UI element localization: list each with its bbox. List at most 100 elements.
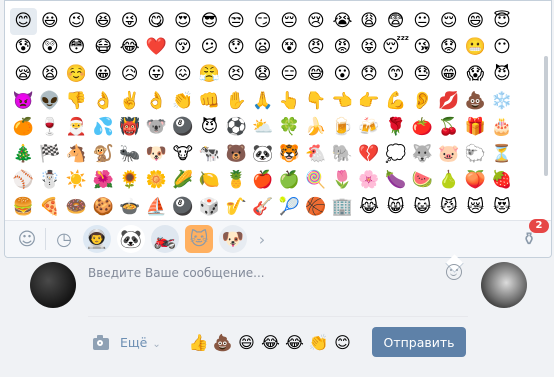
emoji-cell[interactable]: 🍎 (249, 168, 276, 195)
emoji-cell[interactable]: 😛 (143, 61, 170, 88)
emoji-cell[interactable]: 🍒 (436, 114, 463, 141)
emoji-panel-scrollbar[interactable] (544, 56, 548, 176)
emoji-cell[interactable]: 🍊 (10, 114, 37, 141)
message-input[interactable]: Введите Ваше сообщение... (88, 263, 468, 283)
emoji-cell[interactable]: 🐻 (223, 141, 250, 168)
emoji-cell[interactable]: 😪 (10, 61, 37, 88)
emoji-cell[interactable]: 🐴 (63, 141, 90, 168)
emoji-cell[interactable]: 🎱 (170, 194, 197, 221)
emoji-cell[interactable]: 🍋 (196, 168, 223, 195)
emoji-cell[interactable]: 🍔 (10, 194, 37, 221)
quick-emoji[interactable]: 😊 (332, 332, 353, 353)
emoji-cell[interactable]: 🍉 (409, 168, 436, 195)
user-avatar[interactable] (30, 262, 76, 308)
emoji-cell[interactable]: 🏁 (37, 141, 64, 168)
emoji-cell[interactable]: 🍩 (63, 194, 90, 221)
emoji-cell[interactable]: 👹 (116, 114, 143, 141)
emoji-cell[interactable]: 🍲 (116, 194, 143, 221)
emoji-cell[interactable]: 😳 (63, 35, 90, 62)
tab-sticker-pack-3[interactable]: 🏍️ (151, 225, 179, 253)
emoji-cell[interactable]: 😨 (382, 8, 409, 35)
emoji-cell[interactable]: 😙 (382, 61, 409, 88)
emoji-cell[interactable]: 😅 (303, 61, 330, 88)
emoji-cell[interactable]: 👉 (356, 88, 383, 115)
emoji-cell[interactable]: 😵 (276, 35, 303, 62)
emoji-cell[interactable]: 🐄 (196, 141, 223, 168)
emoji-cell[interactable]: 😥 (116, 61, 143, 88)
emoji-cell[interactable]: 😢 (303, 8, 330, 35)
emoji-cell[interactable]: 💦 (90, 114, 117, 141)
emoji-cell[interactable]: 😍 (170, 8, 197, 35)
send-button[interactable]: Отправить (372, 327, 466, 357)
camera-icon[interactable] (93, 335, 109, 350)
emoji-cell[interactable]: ☀️ (63, 168, 90, 195)
emoji-cell[interactable]: 👿 (10, 88, 37, 115)
emoji-cell[interactable]: 😀 (90, 61, 117, 88)
emoji-cell[interactable]: 😮 (329, 61, 356, 88)
emoji-cell[interactable]: 😬 (462, 35, 489, 62)
emoji-cell[interactable]: 😹 (356, 194, 383, 221)
emoji-cell[interactable]: 😎 (196, 8, 223, 35)
emoji-cell[interactable]: 😧 (249, 61, 276, 88)
emoji-cell[interactable]: 🎷 (223, 194, 250, 221)
emoji-cell[interactable]: 👌 (143, 88, 170, 115)
emoji-cell[interactable]: ✋ (223, 88, 250, 115)
emoji-cell[interactable]: 🎄 (10, 141, 37, 168)
emoji-cell[interactable]: 👊 (196, 88, 223, 115)
emoji-cell[interactable]: 💪 (382, 88, 409, 115)
emoji-cell[interactable]: 😈 (489, 61, 516, 88)
emoji-cell[interactable]: 😄 (462, 8, 489, 35)
emoji-cell[interactable]: 🐔 (303, 141, 330, 168)
tab-emoji[interactable]: ☺ (13, 225, 41, 253)
emoji-cell[interactable]: 😤 (196, 61, 223, 88)
emoji-cell[interactable]: ☺️ (63, 61, 90, 88)
emoji-cell[interactable]: 🏀 (303, 194, 330, 221)
emoji-cell[interactable]: 🎾 (276, 194, 303, 221)
emoji-cell[interactable]: 👽 (37, 88, 64, 115)
emoji-cell[interactable]: 🐜 (116, 141, 143, 168)
emoji-cell[interactable]: 😝 (356, 35, 383, 62)
emoji-cell[interactable]: 🐶 (143, 141, 170, 168)
emoji-cell[interactable]: 🍭 (303, 168, 330, 195)
emoji-cell[interactable]: ⛅ (249, 114, 276, 141)
emoji-cell[interactable]: 🎱 (170, 114, 197, 141)
emoji-cell[interactable]: 🎂 (489, 114, 516, 141)
emoji-cell[interactable]: 🍆 (382, 168, 409, 195)
emoji-cell[interactable]: 🍏 (276, 168, 303, 195)
emoji-cell[interactable]: 🌺 (90, 168, 117, 195)
emoji-cell[interactable]: 👆 (276, 88, 303, 115)
emoji-cell[interactable]: ❤️ (143, 35, 170, 62)
tab-sticker-pack-2[interactable]: 🐼 (117, 225, 145, 253)
emoji-cell[interactable]: 😔 (276, 8, 303, 35)
emoji-cell[interactable]: 😑 (276, 61, 303, 88)
emoji-cell[interactable]: 😿 (462, 194, 489, 221)
emoji-cell[interactable]: 😣 (223, 61, 250, 88)
emoji-cell[interactable]: 💭 (382, 141, 409, 168)
emoji-cell[interactable]: 😂 (116, 35, 143, 62)
emoji-cell[interactable]: 🎁 (462, 114, 489, 141)
emoji-cell[interactable]: 💩 (462, 88, 489, 115)
emoji-cell[interactable]: 💔 (356, 141, 383, 168)
emoji-cell[interactable]: 😲 (37, 35, 64, 62)
emoji-cell[interactable]: 🌽 (170, 168, 197, 195)
emoji-cell[interactable]: 🐷 (436, 141, 463, 168)
emoji-cell[interactable]: 👂 (409, 88, 436, 115)
emoji-cell[interactable]: 😭 (329, 8, 356, 35)
emoji-cell[interactable]: 🎲 (196, 194, 223, 221)
quick-emoji[interactable]: 😄 (236, 332, 257, 353)
emoji-cell[interactable]: 💋 (436, 88, 463, 115)
emoji-cell[interactable]: 😦 (249, 35, 276, 62)
emoji-cell[interactable]: 😯 (223, 35, 250, 62)
emoji-cell[interactable]: 🍻 (356, 114, 383, 141)
emoji-cell[interactable]: 😴 (382, 35, 409, 62)
tab-sticker-pack-4[interactable]: 🐱 (185, 225, 213, 253)
emoji-cell[interactable]: 😺 (409, 194, 436, 221)
emoji-cell[interactable]: 🍺 (329, 114, 356, 141)
emoji-cell[interactable]: 😸 (382, 194, 409, 221)
emoji-cell[interactable]: 😉 (63, 8, 90, 35)
emoji-cell[interactable]: 😆 (90, 8, 117, 35)
emoji-cell[interactable]: 😕 (196, 35, 223, 62)
emoji-cell[interactable]: 🍀 (276, 114, 303, 141)
emoji-cell[interactable]: 🐑 (462, 141, 489, 168)
emoji-cell[interactable]: 😖 (170, 61, 197, 88)
